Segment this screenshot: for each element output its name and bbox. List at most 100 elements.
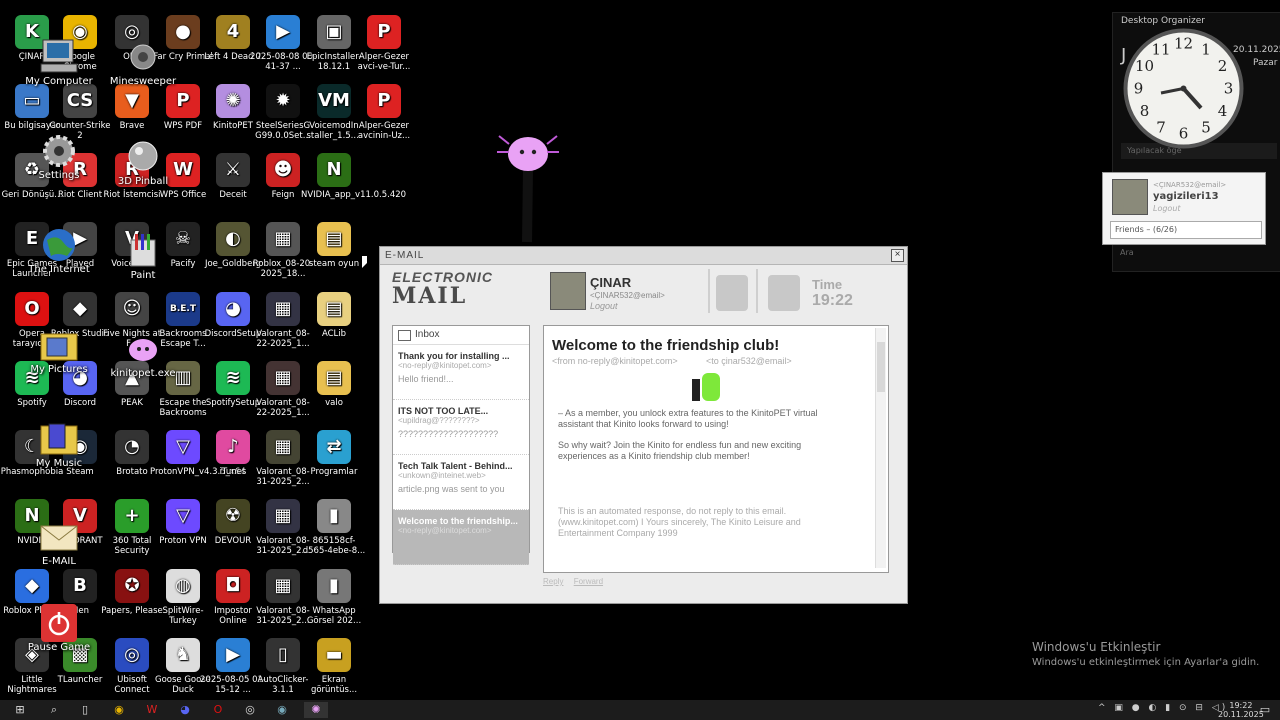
inbox-message[interactable]: Thank you for installing ... <no-reply@k… [393, 345, 529, 400]
mine-icon [130, 44, 156, 70]
discord-icon[interactable]: ◕ [176, 702, 194, 718]
clock-numeral: 5 [1201, 118, 1211, 136]
app-icon: ▦ [266, 499, 300, 533]
forward-link[interactable]: Forward [574, 577, 603, 586]
folder-pictures-icon [40, 333, 78, 361]
scrollbar-thumb[interactable] [877, 342, 885, 392]
app-icon: ▦ [266, 430, 300, 464]
app-icon: ✺ [216, 84, 250, 118]
desktop-icon[interactable]: ▬ Ekran görüntüs... [301, 637, 367, 703]
logout-link[interactable]: Logout [590, 301, 618, 311]
app-icon: ▤ [317, 222, 351, 256]
kinito-icon-pause-game[interactable]: Pause Game [24, 604, 94, 653]
email-titlebar[interactable]: E-MAIL [380, 247, 907, 265]
reply-link[interactable]: Reply [543, 577, 563, 586]
friend-card-logout[interactable]: Logout [1153, 204, 1181, 213]
new-mail-icon[interactable] [768, 275, 800, 311]
app-icon: ◎ [115, 638, 149, 672]
kinito-icon-the-internet[interactable]: The Internet [24, 226, 94, 275]
inbox-panel: Inbox Thank you for installing ... <no-r… [392, 325, 530, 565]
power-icon [41, 604, 77, 642]
kinito-icon-settings[interactable]: Settings [24, 132, 94, 181]
kinito-icon-kinitopet-exe[interactable]: kinitopet.exe [108, 330, 178, 379]
kinito-icon-paint[interactable]: Paint [108, 232, 178, 281]
app-icon: O [15, 292, 49, 326]
wps-icon[interactable]: W [143, 702, 161, 718]
kinito-icon-label: The Internet [28, 264, 90, 275]
desktop-icon-label: Alper-Gezer avcinin-Uz... [357, 121, 411, 141]
kinito-icon-minesweeper[interactable]: Minesweeper [108, 38, 178, 87]
clock-numeral: 12 [1174, 35, 1193, 53]
app-icon: ▣ [317, 15, 351, 49]
windows-start-icon[interactable]: ⊞ [11, 702, 29, 718]
divider [756, 269, 758, 313]
chrome-icon[interactable]: ◉ [110, 702, 128, 718]
system-tray[interactable]: ^ ▣ ● ◐ ▮ ⊙ ⊟ ◁) [1098, 703, 1228, 713]
message-from: <unkown@inteinet.web> [398, 471, 486, 480]
opera-icon[interactable]: O [209, 702, 227, 718]
computer-icon [40, 39, 78, 73]
kinito-icon-label: E-MAIL [42, 556, 76, 567]
search-icon[interactable]: ⌕ [45, 702, 63, 718]
kinito-icon-label: 3D Pinball [117, 176, 169, 187]
app-icon: ▶ [266, 15, 300, 49]
app-icon: ✹ [266, 84, 300, 118]
inbox-message[interactable]: Tech Talk Talent - Behind... <unkown@int… [393, 455, 529, 510]
desktop-icon-label: Alper-Gezer avci-ve-Tur... [357, 52, 411, 72]
desktop-icon-label: 865158cf-d565-4ebe-8... [302, 536, 366, 556]
kinito-taskbar-icon[interactable]: ✺ [304, 702, 328, 718]
task-view-icon[interactable]: ▯ [76, 702, 94, 718]
app-icon: ▦ [266, 569, 300, 603]
desktop-icon[interactable]: ▤ valo [301, 360, 367, 426]
app-icon: ◐ [216, 222, 250, 256]
kinito-icon-label: Paint [130, 270, 156, 281]
desktop-icon[interactable]: P Alper-Gezer avci-ve-Tur... [351, 14, 417, 80]
kinito-icon-my-music[interactable]: My Music [24, 420, 94, 469]
divider [708, 269, 710, 313]
app-icon: ☢ [216, 499, 250, 533]
app-icon: ▮ [317, 569, 351, 603]
friend-card: <ÇINAR532@email> yagizileri13 Logout Fri… [1102, 172, 1266, 245]
notification-icon[interactable]: ▭ [1256, 702, 1274, 718]
kinito-icon-email[interactable]: E-MAIL [24, 518, 94, 567]
search-field[interactable]: Ara [1114, 246, 1270, 260]
close-button[interactable]: × [891, 249, 904, 262]
friends-list-button[interactable]: Friends – (6/26) [1110, 221, 1262, 239]
app-icon: B.E.T [166, 292, 200, 326]
desktop-icon[interactable]: ⇄ Programlar [301, 429, 367, 495]
app-icon: ▤ [317, 292, 351, 326]
organizer-day: Pazar [1253, 58, 1278, 68]
app-icon: ▦ [266, 292, 300, 326]
desktop-icon[interactable]: P Alper-Gezer avcinin-Uz... [351, 83, 417, 149]
message-title: Thank you for installing ... [398, 351, 510, 361]
mailbox-icon[interactable] [716, 275, 748, 311]
app-icon: ▶ [216, 638, 250, 672]
kinito-icon-3d-pinball[interactable]: 3D Pinball [108, 138, 178, 187]
app-icon: ⇄ [317, 430, 351, 464]
envelope-icon [40, 525, 78, 551]
avatar [550, 272, 586, 310]
desktop-icon[interactable]: ▤ steam oyun [301, 221, 367, 287]
inbox-label: Inbox [415, 329, 440, 340]
app-icon: ▭ [15, 84, 49, 118]
desktop-icon[interactable]: ▤ ACLib [301, 291, 367, 357]
inbox-message-selected[interactable]: Welcome to the friendship... <no-reply@k… [393, 510, 529, 565]
desktop-icon[interactable]: ▮ 865158cf-d565-4ebe-8... [301, 498, 367, 564]
kinito-icon-label: My Computer [25, 76, 93, 87]
kinito-icon-label: My Pictures [30, 364, 88, 375]
desktop-icon[interactable]: N NVIDIA_app_v11.0.5.420 [301, 152, 407, 218]
steam-icon[interactable]: ◉ [273, 702, 291, 718]
kinito-pet[interactable] [497, 130, 559, 245]
avatar [1112, 179, 1148, 215]
desktop-icon[interactable]: ▮ WhatsApp Görsel 202... [301, 568, 367, 634]
app-icon: ◆ [15, 569, 49, 603]
kinito-icon-my-pictures[interactable]: My Pictures [24, 326, 94, 375]
kinito-icon-my-computer[interactable]: My Computer [24, 38, 94, 87]
inbox-message[interactable]: ITS NOT TOO LATE... <upildrag@????????> … [393, 400, 529, 455]
obs-icon[interactable]: ◎ [241, 702, 259, 718]
message-scrollbar[interactable] [875, 328, 886, 568]
clock-numeral: 7 [1156, 118, 1166, 136]
desktop-icon-label: NVIDIA_app_v11.0.5.420 [301, 190, 407, 200]
clock-numeral: 4 [1218, 102, 1228, 120]
message-footer: This is an automated response, do not re… [558, 506, 801, 538]
